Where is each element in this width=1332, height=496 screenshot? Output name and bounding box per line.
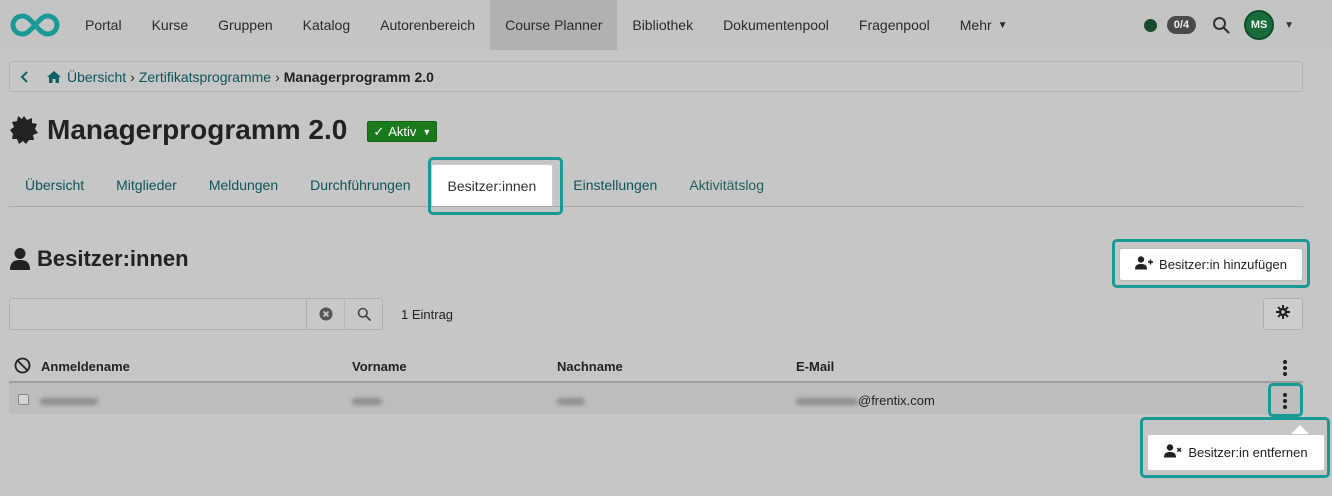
entry-count: 1 Eintrag	[401, 307, 454, 322]
breadcrumb-parent[interactable]: Zertifikatsprogramme	[139, 69, 271, 85]
status-dropdown-button[interactable]: ✓ Aktiv ▼	[367, 121, 438, 142]
check-icon: ✓	[373, 123, 385, 139]
section-title-text: Besitzer:innen	[37, 246, 189, 271]
tab-einstellungen[interactable]: Einstellungen	[557, 164, 673, 206]
highlight-row-actions-frame	[1268, 383, 1303, 417]
nav-item-fragenpool[interactable]: Fragenpool	[844, 0, 945, 50]
home-icon[interactable]	[46, 70, 62, 84]
top-navigation: Portal Kurse Gruppen Katalog Autorenbere…	[0, 0, 1332, 50]
cell-nachname	[557, 393, 585, 408]
search-icon[interactable]	[1212, 16, 1230, 34]
logo-icon[interactable]	[0, 0, 70, 50]
avatar[interactable]: MS	[1244, 10, 1275, 40]
chevron-down-icon[interactable]: ▼	[1284, 20, 1294, 31]
certificate-seal-icon	[9, 115, 39, 145]
breadcrumb-separator-icon: ›	[130, 68, 135, 85]
tab-bar: Übersicht Mitglieder Meldungen Durchführ…	[9, 164, 1303, 207]
tab-aktivitaetslog[interactable]: Aktivitätslog	[673, 164, 780, 206]
search-icon[interactable]	[344, 299, 382, 329]
breadcrumb-separator-icon: ›	[275, 68, 280, 85]
gear-icon	[1276, 304, 1290, 324]
cell-anmeldename	[40, 393, 98, 408]
column-header-vorname[interactable]: Vorname	[352, 359, 407, 374]
nav-item-dokumentenpool[interactable]: Dokumentenpool	[708, 0, 844, 50]
table-row	[9, 383, 1303, 414]
nav-item-mehr[interactable]: Mehr ▼	[945, 0, 1023, 50]
column-header-nachname[interactable]: Nachname	[557, 359, 623, 374]
cell-email: @frentix.com	[796, 393, 935, 408]
status-label: Aktiv	[388, 124, 417, 139]
highlight-tab-frame	[428, 157, 563, 215]
nav-item-katalog[interactable]: Katalog	[288, 0, 365, 50]
tab-meldungen[interactable]: Meldungen	[193, 164, 294, 206]
cell-vorname	[352, 393, 382, 408]
chevron-down-icon: ▼	[997, 19, 1008, 31]
back-arrow-icon[interactable]	[20, 70, 30, 84]
search-input[interactable]	[10, 299, 306, 329]
section-title: Besitzer:innen	[9, 246, 189, 272]
notification-badge[interactable]: 0/4	[1166, 16, 1197, 34]
page-header: Managerprogramm 2.0 ✓ Aktiv ▼	[9, 114, 438, 146]
nav-item-course-planner[interactable]: Course Planner	[490, 0, 618, 50]
search-bar	[9, 298, 383, 330]
nav-item-gruppen[interactable]: Gruppen	[203, 0, 287, 50]
nav-item-bibliothek[interactable]: Bibliothek	[617, 0, 708, 50]
tab-durchfuehrungen[interactable]: Durchführungen	[294, 164, 426, 206]
clear-search-icon[interactable]	[306, 299, 344, 329]
user-icon	[9, 247, 31, 271]
nav-item-portal[interactable]: Portal	[70, 0, 137, 50]
nav-item-autorenbereich[interactable]: Autorenbereich	[365, 0, 490, 50]
online-status-icon[interactable]	[1143, 18, 1157, 32]
breadcrumb-home[interactable]: Übersicht	[67, 69, 126, 85]
row-checkbox[interactable]	[18, 394, 29, 405]
tab-mitglieder[interactable]: Mitglieder	[100, 164, 193, 206]
column-header-anmeldename[interactable]: Anmeldename	[41, 359, 130, 374]
chevron-down-icon: ▼	[422, 126, 432, 137]
table-settings-button[interactable]	[1263, 298, 1303, 330]
email-domain: @frentix.com	[858, 393, 935, 408]
nav-mehr-label: Mehr	[959, 17, 992, 33]
breadcrumb: Übersicht › Zertifikatsprogramme › Manag…	[9, 61, 1303, 92]
nav-item-kurse[interactable]: Kurse	[137, 0, 204, 50]
highlight-add-button-frame	[1112, 239, 1310, 288]
nav-right-tools: 0/4 MS ▼	[1143, 0, 1332, 50]
tab-uebersicht[interactable]: Übersicht	[9, 164, 100, 206]
breadcrumb-current: Managerprogramm 2.0	[283, 68, 434, 85]
highlight-popover-frame	[1140, 417, 1330, 478]
column-options-icon[interactable]	[1280, 360, 1290, 376]
column-header-email[interactable]: E-Mail	[796, 359, 834, 374]
select-none-icon[interactable]	[14, 357, 31, 377]
page-title: Managerprogramm 2.0	[47, 114, 348, 145]
